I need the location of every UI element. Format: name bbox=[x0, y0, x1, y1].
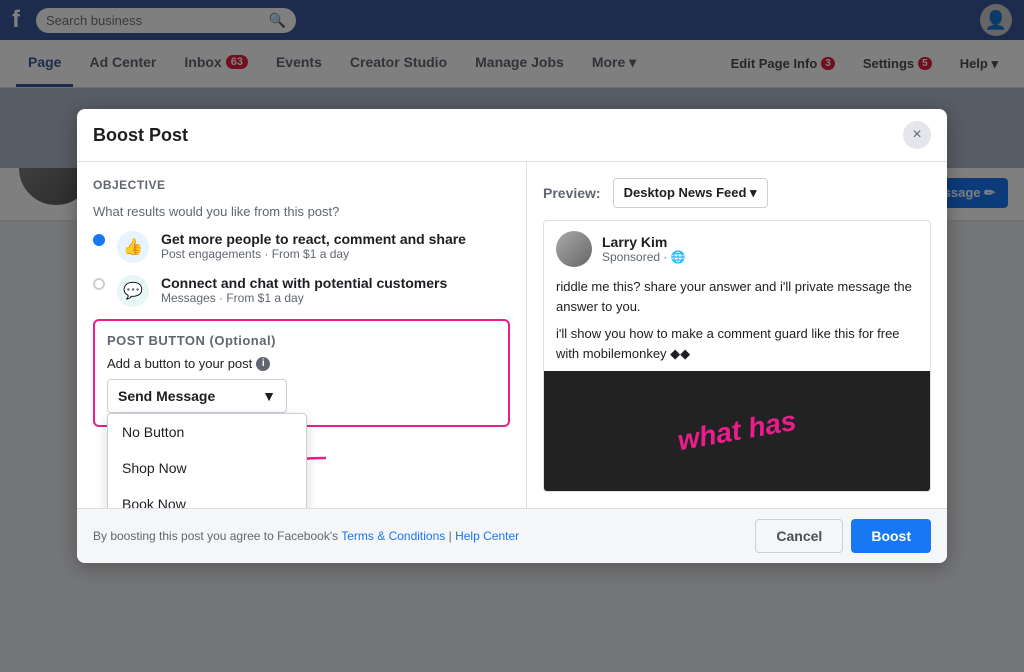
post-button-dropdown-button[interactable]: Send Message ▼ bbox=[107, 379, 287, 413]
messages-title: Connect and chat with potential customer… bbox=[161, 275, 447, 291]
engage-title: Get more people to react, comment and sh… bbox=[161, 231, 466, 247]
messages-subtitle: Messages · From $1 a day bbox=[161, 291, 447, 305]
post-button-section-title: POST BUTTON (Optional) bbox=[107, 333, 496, 348]
book-now-label: Book Now bbox=[122, 496, 186, 508]
footer-terms: By boosting this post you agree to Faceb… bbox=[93, 529, 519, 543]
modal-left-pane: OBJECTIVE What results would you like fr… bbox=[77, 162, 527, 508]
modal-title: Boost Post bbox=[93, 125, 188, 146]
objective-option-engage[interactable]: 👍 Get more people to react, comment and … bbox=[93, 231, 510, 263]
dropdown-item-book-now[interactable]: Book Now bbox=[108, 486, 306, 508]
modal-body: OBJECTIVE What results would you like fr… bbox=[77, 162, 947, 508]
messages-icon: 💬 bbox=[117, 275, 149, 307]
post-text-1: riddle me this? share your answer and i'… bbox=[544, 277, 930, 324]
modal-header: Boost Post × bbox=[77, 109, 947, 162]
messages-text: Connect and chat with potential customer… bbox=[161, 275, 447, 305]
boost-button[interactable]: Boost bbox=[851, 519, 931, 553]
info-icon: i bbox=[256, 357, 270, 371]
objective-section-title: OBJECTIVE bbox=[93, 178, 510, 192]
modal-close-button[interactable]: × bbox=[903, 121, 931, 149]
terms-link[interactable]: Terms & Conditions bbox=[341, 529, 445, 543]
help-center-link[interactable]: Help Center bbox=[455, 529, 519, 543]
post-image: what has bbox=[544, 371, 930, 491]
post-meta: Sponsored · 🌐 bbox=[602, 250, 686, 264]
add-button-label: Add a button to your post i bbox=[107, 356, 496, 371]
post-text-2: i'll show you how to make a comment guar… bbox=[544, 324, 930, 371]
post-button-section: POST BUTTON (Optional) Add a button to y… bbox=[93, 319, 510, 427]
dropdown-item-no-button[interactable]: No Button bbox=[108, 414, 306, 450]
objective-question: What results would you like from this po… bbox=[93, 204, 510, 219]
footer-buttons: Cancel Boost bbox=[755, 519, 931, 553]
modal-footer: By boosting this post you agree to Faceb… bbox=[77, 508, 947, 563]
preview-mode-selector[interactable]: Desktop News Feed ▾ bbox=[613, 178, 768, 208]
engage-text: Get more people to react, comment and sh… bbox=[161, 231, 466, 261]
post-preview: Larry Kim Sponsored · 🌐 riddle me this? … bbox=[543, 220, 931, 492]
dropdown-item-shop-now[interactable]: Shop Now bbox=[108, 450, 306, 486]
post-author-avatar bbox=[556, 231, 592, 267]
post-header: Larry Kim Sponsored · 🌐 bbox=[544, 221, 930, 277]
post-author-info: Larry Kim Sponsored · 🌐 bbox=[602, 234, 686, 264]
objective-option-messages[interactable]: 💬 Connect and chat with potential custom… bbox=[93, 275, 510, 307]
cancel-button[interactable]: Cancel bbox=[755, 519, 843, 553]
preview-label: Preview: bbox=[543, 185, 601, 201]
engage-subtitle: Post engagements · From $1 a day bbox=[161, 247, 466, 261]
modal-right-pane: Preview: Desktop News Feed ▾ Larry Kim S… bbox=[527, 162, 947, 508]
post-author-name: Larry Kim bbox=[602, 234, 686, 250]
engage-icon: 👍 bbox=[117, 231, 149, 263]
preview-header: Preview: Desktop News Feed ▾ bbox=[543, 178, 931, 208]
post-button-dropdown-container: Send Message ▼ bbox=[107, 379, 496, 413]
radio-engage[interactable] bbox=[93, 234, 105, 246]
radio-messages[interactable] bbox=[93, 278, 105, 290]
post-button-dropdown-menu: No Button Shop Now Book Now Learn More S bbox=[107, 413, 307, 508]
no-button-label: No Button bbox=[122, 424, 184, 440]
boost-post-modal: Boost Post × OBJECTIVE What results woul… bbox=[77, 109, 947, 563]
chevron-down-icon: ▼ bbox=[262, 388, 276, 404]
post-image-overlay-text: what has bbox=[675, 405, 799, 457]
shop-now-label: Shop Now bbox=[122, 460, 187, 476]
